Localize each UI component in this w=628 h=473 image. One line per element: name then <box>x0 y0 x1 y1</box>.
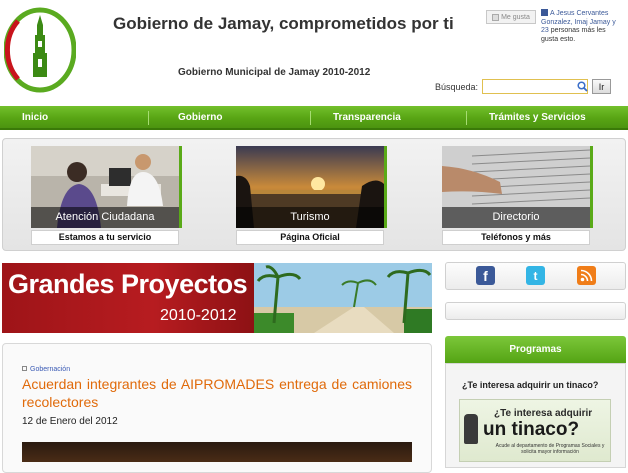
nav-divider <box>148 111 149 125</box>
card-accent <box>384 146 387 228</box>
nav-item-gobierno[interactable]: Gobierno <box>178 106 222 130</box>
quick-link-turismo[interactable]: Turismo Página Oficial <box>236 146 387 245</box>
article-title[interactable]: Acuerdan integrantes de AIPROMADES entre… <box>22 375 412 411</box>
facebook-like-button[interactable]: Me gusta <box>486 10 536 24</box>
directorio-image[interactable]: Directorio <box>442 146 590 228</box>
twitter-icon[interactable]: t <box>526 266 545 285</box>
card-accent <box>590 146 593 228</box>
nav-item-tramites[interactable]: Trámites y Servicios <box>489 106 586 130</box>
article-date: 12 de Enero del 2012 <box>22 416 118 427</box>
search-submit-button[interactable]: Ir <box>592 79 611 94</box>
atencion-caption: Atención Ciudadana <box>31 207 179 228</box>
thumbs-up-icon <box>492 13 500 21</box>
programas-question: ¿Te interesa adquirir un tinaco? <box>462 380 599 390</box>
rss-icon[interactable] <box>577 266 596 285</box>
turismo-label[interactable]: Página Oficial <box>236 230 384 245</box>
tinaco-ad[interactable]: ¿Te interesa adquirir un tinaco? Acude a… <box>459 399 611 462</box>
ad-line1: ¿Te interesa adquirir <box>494 408 593 419</box>
category-bullet-icon <box>22 366 27 371</box>
like-label: Me gusta <box>501 13 530 21</box>
quick-link-directorio[interactable]: Directorio Teléfonos y más <box>442 146 593 245</box>
municipal-logo[interactable] <box>4 7 76 97</box>
banner-photo <box>254 263 432 333</box>
atencion-image[interactable]: Atención Ciudadana <box>31 146 179 228</box>
turismo-caption: Turismo <box>236 207 384 228</box>
search-label: Búsqueda: <box>435 82 479 92</box>
directorio-label[interactable]: Teléfonos y más <box>442 230 590 245</box>
grandes-proyectos-banner[interactable]: Grandes Proyectos 2010-2012 <box>2 263 432 333</box>
atencion-label[interactable]: Estamos a tu servicio <box>31 230 179 245</box>
nav-item-inicio[interactable]: Inicio <box>22 106 48 130</box>
nav-divider <box>466 111 467 125</box>
site-header: Gobierno de Jamay, comprometidos por ti … <box>0 0 628 104</box>
card-accent <box>179 146 182 228</box>
facebook-social-rest: personas más les gusta esto. <box>541 27 606 43</box>
search-icon[interactable] <box>577 81 588 92</box>
search-input[interactable] <box>482 79 588 94</box>
ad-line2: un tinaco? <box>483 419 580 440</box>
sidebar-box <box>445 302 626 320</box>
banner-red-panel: Grandes Proyectos 2010-2012 <box>2 263 254 333</box>
article-category-label[interactable]: Gobernación <box>30 366 70 373</box>
programas-header: Programas <box>445 336 626 363</box>
tank-icon <box>464 414 478 444</box>
banner-title: Grandes Proyectos <box>8 269 248 299</box>
main-nav: Inicio Gobierno Transparencia Trámites y… <box>0 106 628 130</box>
facebook-small-icon <box>541 9 548 16</box>
quick-link-atencion[interactable]: Atención Ciudadana Estamos a tu servicio <box>31 146 182 245</box>
article-image <box>22 442 412 462</box>
directorio-caption: Directorio <box>442 207 590 228</box>
banner-years: 2010-2012 <box>160 307 237 324</box>
facebook-social-text: A Jesus Cervantes Gonzalez, Imaj Jamay y… <box>541 9 621 44</box>
article-category[interactable]: Gobernación <box>22 366 70 373</box>
nav-item-transparencia[interactable]: Transparencia <box>333 106 401 130</box>
nav-divider <box>310 111 311 125</box>
turismo-image[interactable]: Turismo <box>236 146 384 228</box>
site-subtitle: Gobierno Municipal de Jamay 2010-2012 <box>178 67 371 78</box>
ad-line3: Acude al departamento de Programas Socia… <box>495 443 605 455</box>
site-title: Gobierno de Jamay, comprometidos por ti <box>113 14 454 33</box>
facebook-icon[interactable]: f <box>476 266 495 285</box>
